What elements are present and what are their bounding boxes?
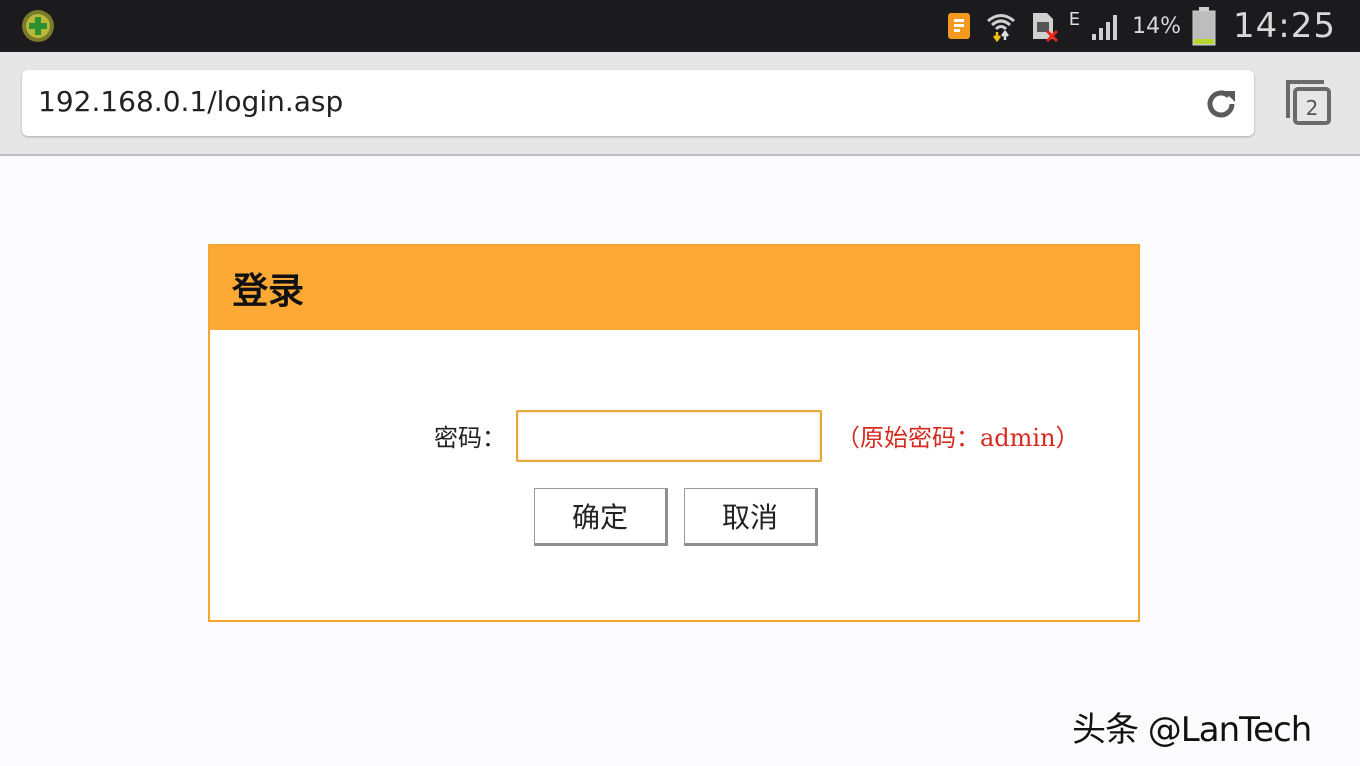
password-hint: （原始密码：admin） — [836, 424, 1080, 452]
signal-icon — [1092, 15, 1118, 40]
password-label: 密码： — [434, 424, 506, 452]
battery-percent: 14% — [1132, 13, 1182, 39]
watermark: 头条 @LanTech — [1072, 710, 1312, 750]
tab-count: 2 — [1306, 96, 1319, 120]
status-bar: E 14% 14:25 — [0, 0, 1360, 52]
url-text[interactable]: 192.168.0.1/login.asp — [38, 85, 343, 118]
notification-icon — [947, 13, 970, 39]
password-input[interactable] — [516, 410, 822, 462]
confirm-button[interactable]: 确定 — [534, 488, 668, 546]
tabs-icon[interactable]: 2 — [1284, 78, 1334, 128]
battery-icon — [1192, 7, 1216, 46]
app-shortcut-icon — [22, 10, 54, 42]
wifi-icon — [986, 14, 1015, 42]
clock: 14:25 — [1233, 6, 1336, 46]
browser-toolbar: 192.168.0.1/login.asp 2 — [0, 52, 1360, 156]
network-type: E — [1068, 8, 1081, 30]
login-header: 登录 — [210, 246, 1138, 330]
login-panel: 登录 密码： （原始密码：admin） 确定 取消 — [208, 244, 1140, 622]
reload-icon[interactable] — [1202, 85, 1240, 123]
address-bar[interactable]: 192.168.0.1/login.asp — [22, 70, 1254, 136]
cancel-button[interactable]: 取消 — [684, 488, 818, 546]
login-title: 登录 — [232, 271, 305, 312]
sim-icon — [1032, 13, 1058, 42]
status-icons: E 14% 14:25 — [943, 0, 1336, 52]
